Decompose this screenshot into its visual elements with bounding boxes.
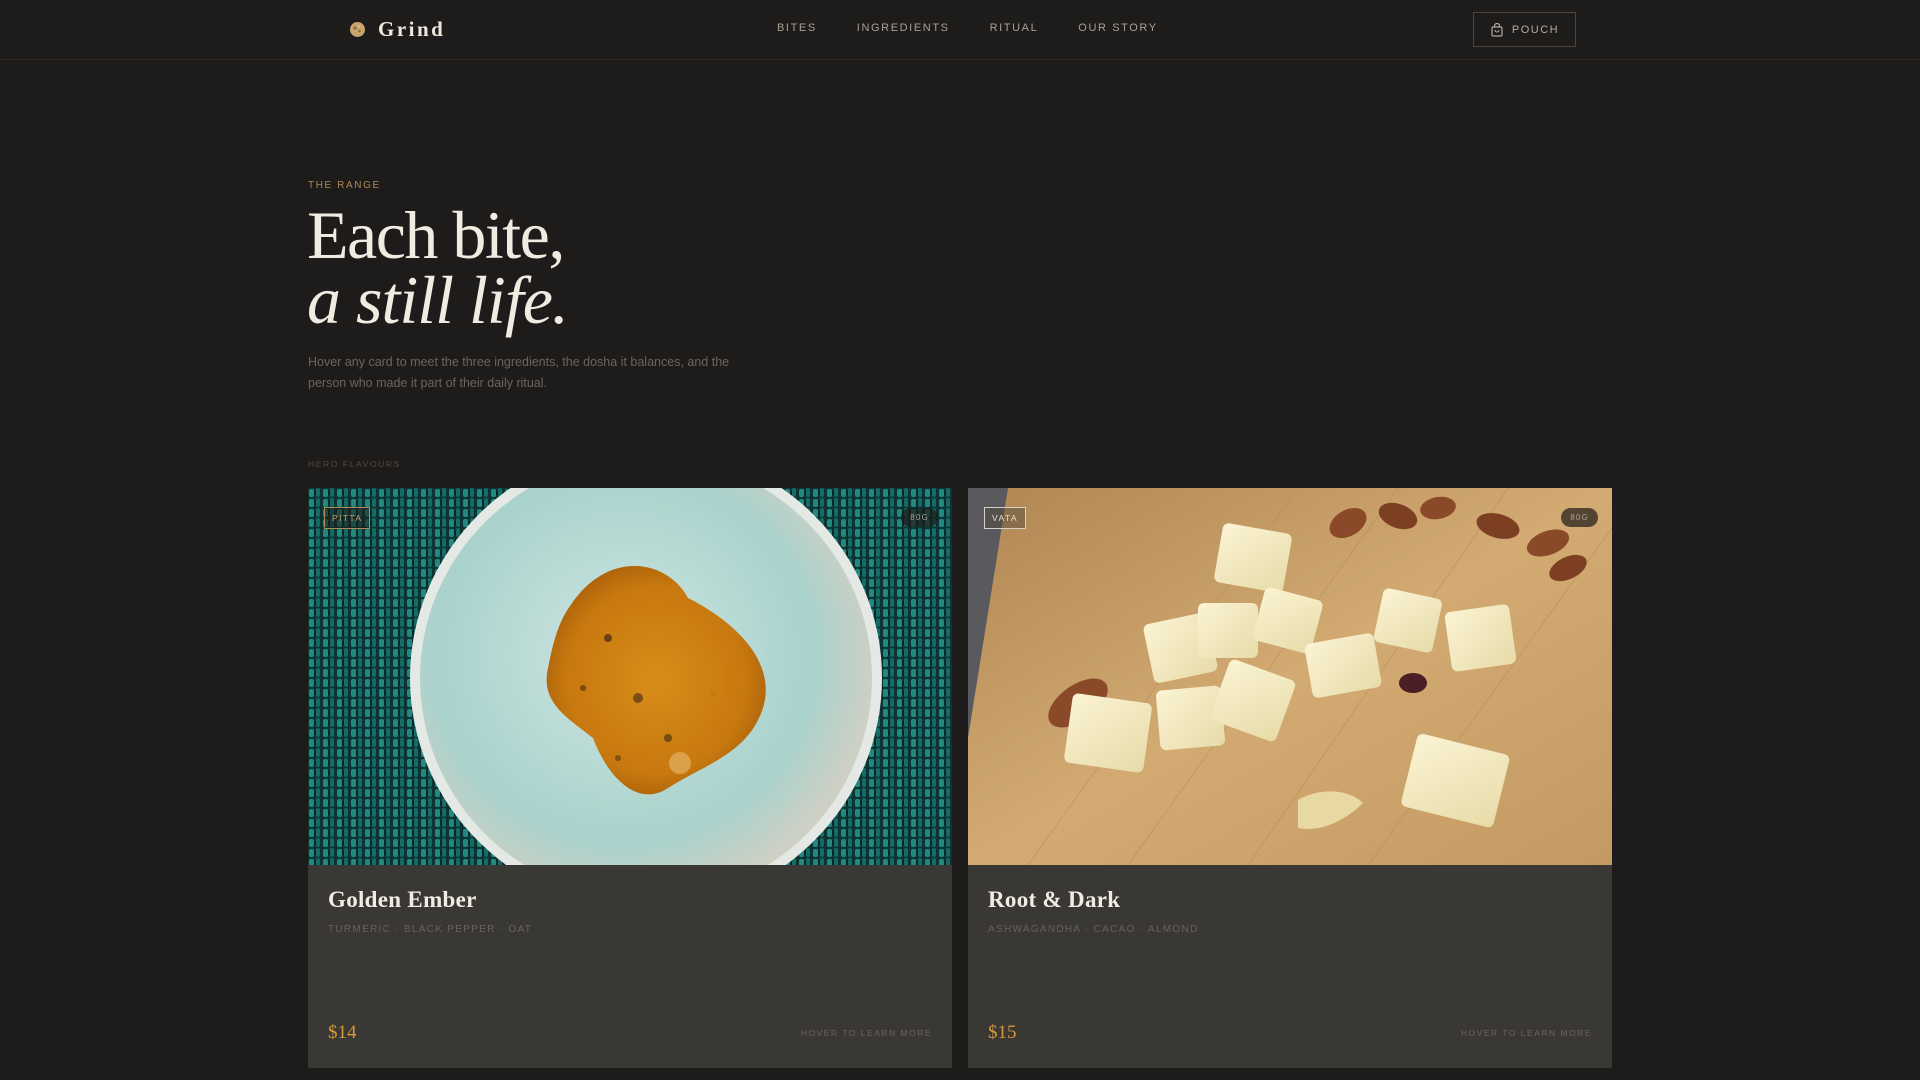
pouch-label: POUCH bbox=[1511, 23, 1560, 36]
weight-badge: 80G bbox=[901, 508, 938, 527]
card-price: $15 bbox=[988, 1022, 1017, 1043]
headline-line-2: a still life. bbox=[307, 262, 569, 338]
dosha-tag: VATA bbox=[984, 507, 1026, 529]
white-chocolate-almond-photo: VATA 80G bbox=[968, 488, 1612, 865]
card-title: Root & Dark bbox=[988, 887, 1121, 912]
hero-description: Hover any card to meet the three ingredi… bbox=[308, 355, 730, 390]
bag-icon bbox=[1491, 22, 1503, 37]
brand-name: Grind bbox=[378, 17, 446, 41]
nav-link-our-story[interactable]: OUR STORY bbox=[1078, 22, 1157, 34]
card-ingredients: ASHWAGANDHA · CACAO · ALMOND bbox=[988, 924, 1199, 935]
headline-line-1: Each bite, bbox=[307, 197, 565, 273]
card-price: $14 bbox=[328, 1022, 357, 1043]
weight-badge: 80G bbox=[1561, 508, 1598, 527]
card-title: Golden Ember bbox=[328, 887, 477, 912]
section-label: HERO FLAVOURS bbox=[308, 459, 401, 469]
nav-link-ritual[interactable]: RITUAL bbox=[990, 22, 1039, 34]
pouch-button[interactable]: POUCH bbox=[1473, 12, 1576, 47]
product-card-golden-ember[interactable]: PITTA 80G Golden Ember TURMERIC · BLACK … bbox=[308, 488, 952, 1068]
spice-ball-icon bbox=[350, 22, 365, 37]
nav-links: BITES INGREDIENTS RITUAL OUR STORY bbox=[777, 22, 1198, 34]
top-nav: Grind BITES INGREDIENTS RITUAL OUR STORY… bbox=[0, 0, 1920, 60]
product-card-root-and-dark[interactable]: VATA 80G Root & Dark ASHWAGANDHA · CACAO… bbox=[968, 488, 1612, 1068]
dosha-tag: PITTA bbox=[324, 507, 371, 529]
nav-link-bites[interactable]: BITES bbox=[777, 22, 817, 34]
page-headline: Each bite, a still life. bbox=[307, 197, 569, 338]
nav-link-ingredients[interactable]: INGREDIENTS bbox=[857, 22, 950, 34]
card-ingredients: TURMERIC · BLACK PEPPER · OAT bbox=[328, 924, 533, 935]
card-hover-hint: HOVER TO LEARN MORE bbox=[800, 1028, 932, 1038]
brand-logo[interactable]: Grind bbox=[349, 17, 445, 42]
card-hover-hint: HOVER TO LEARN MORE bbox=[1460, 1028, 1592, 1038]
turmeric-bowl-photo: PITTA 80G bbox=[308, 488, 952, 865]
section-eyebrow: THE RANGE bbox=[308, 180, 381, 191]
